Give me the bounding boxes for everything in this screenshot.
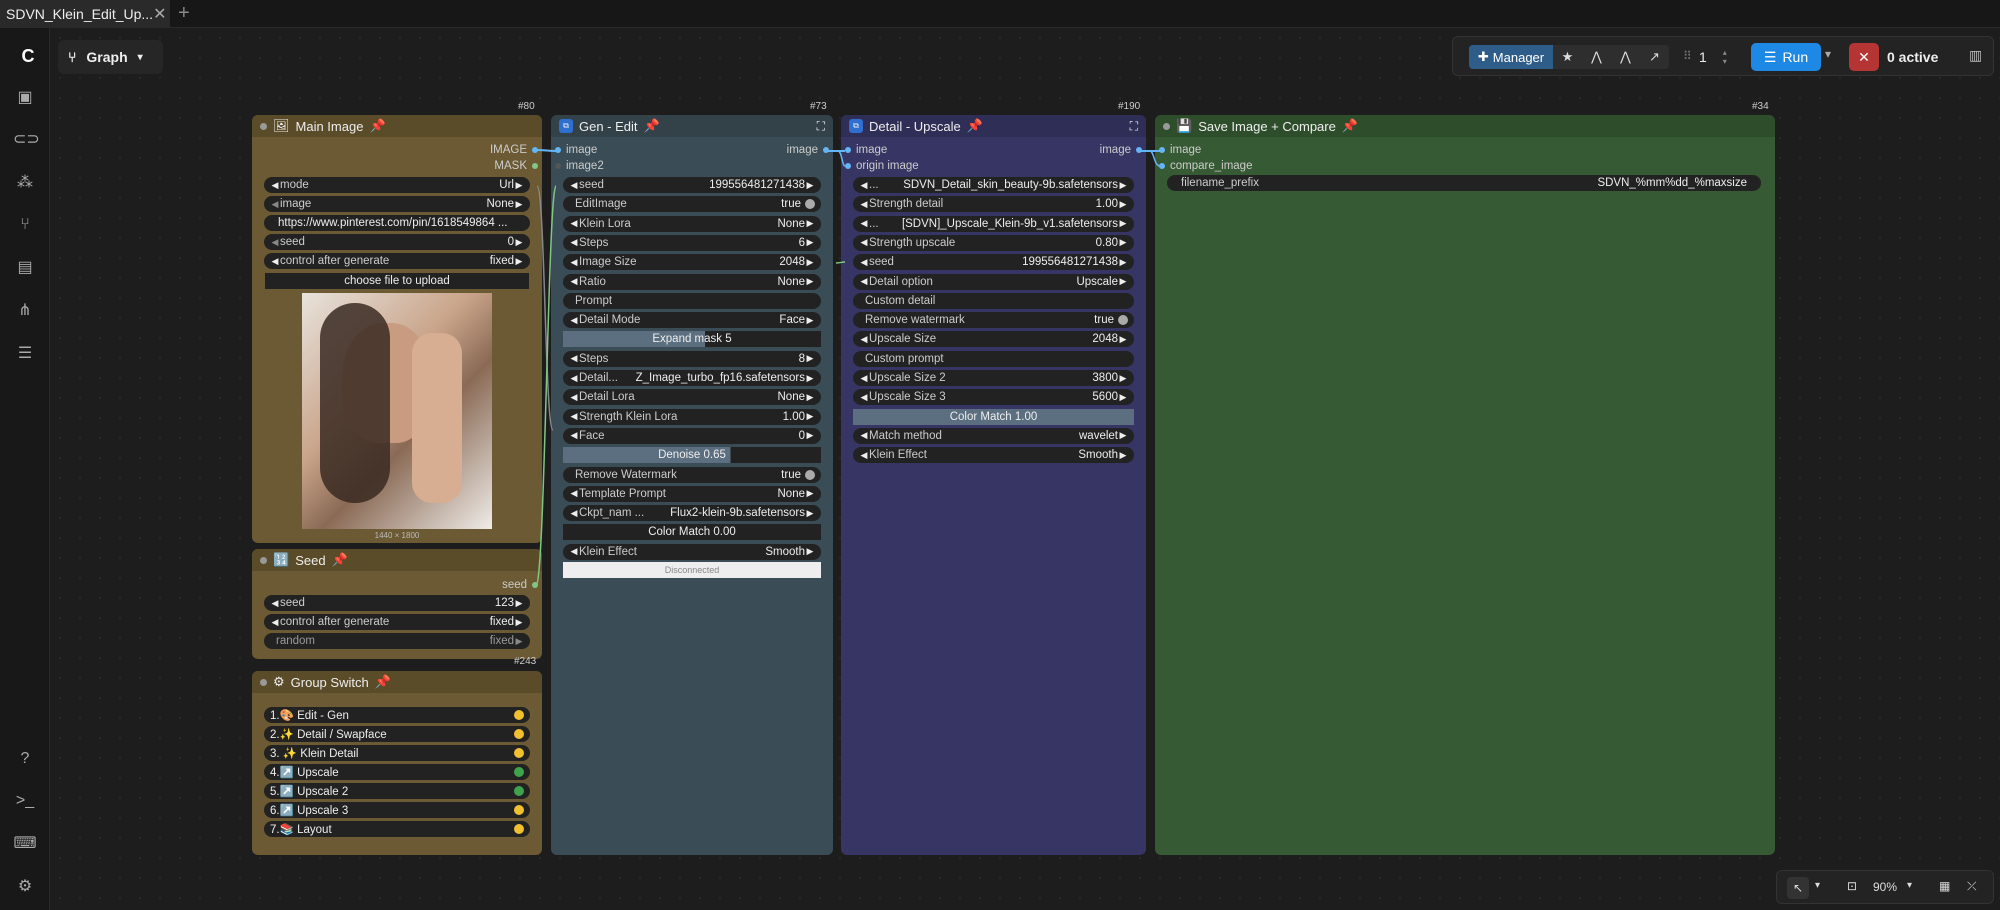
link-mask: [536, 185, 554, 431]
fit-view-icon[interactable]: ⊡: [1847, 879, 1857, 893]
link-image: [535, 149, 557, 152]
zoom-level[interactable]: 90%: [1873, 880, 1897, 894]
minimap-icon[interactable]: ▦: [1939, 879, 1950, 893]
chevron-down-icon[interactable]: ▾: [1815, 880, 1820, 891]
zoom-toolbar: ↖ ▾ ⊡ 90% ▾ ▦ ⤫: [1776, 870, 1994, 904]
link-seed2: [835, 261, 846, 264]
link-seed: [535, 185, 557, 587]
chevron-down-icon[interactable]: ▾: [1907, 880, 1912, 891]
select-tool-icon[interactable]: ↖: [1787, 877, 1809, 899]
link-origin: [837, 150, 846, 167]
hide-links-icon[interactable]: ⤫: [1967, 879, 1977, 894]
node-links: [535, 149, 1161, 587]
link-compare: [1149, 150, 1161, 167]
